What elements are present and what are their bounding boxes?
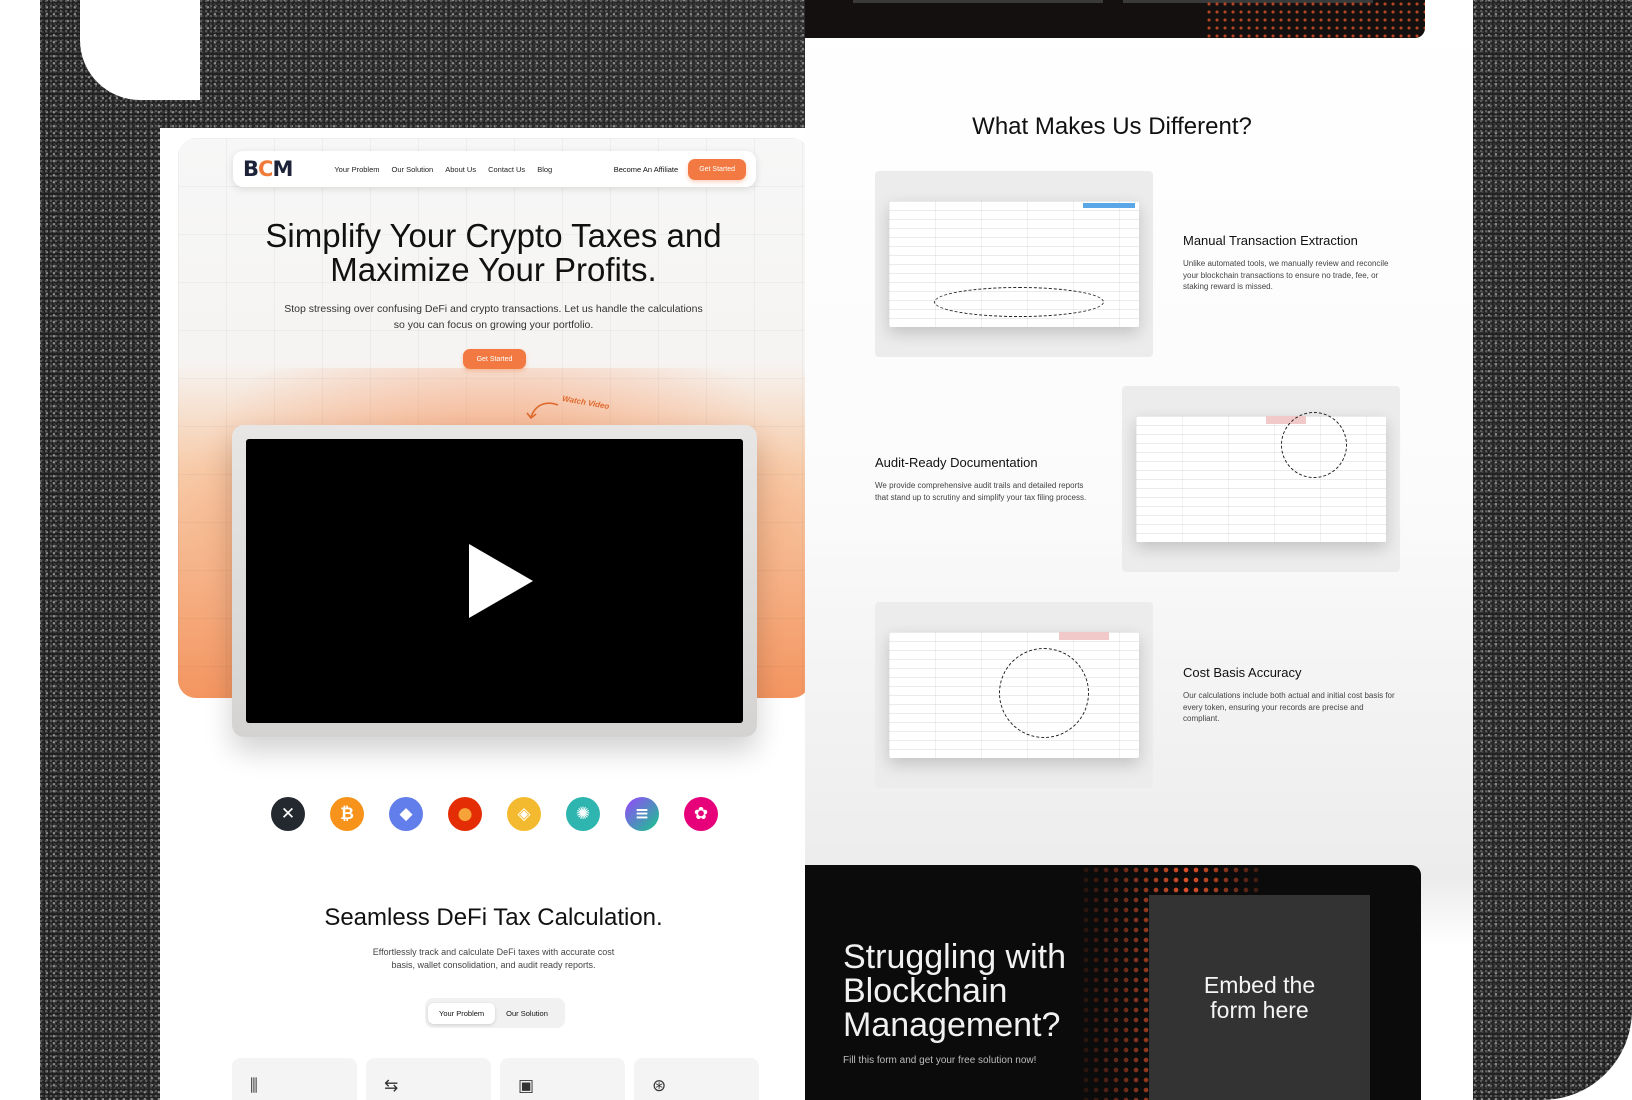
problem-card[interactable]: ⊛ [634, 1058, 759, 1100]
landing-page-right: What Makes Us Different? Manual Transact… [805, 0, 1473, 1100]
highlight-ring [934, 287, 1104, 317]
feature-image-costbasis [875, 602, 1153, 788]
highlight-ring [999, 648, 1089, 738]
problem-card[interactable]: ▣ [500, 1058, 625, 1100]
coin-row: ✕ ₿ ◆ ● ◈ ✺ ≡ ✿ [271, 797, 718, 831]
sheet-header-buttons [1083, 203, 1135, 208]
cta-title-line-3: Management? [843, 1006, 1061, 1044]
highlight-ring [1281, 412, 1347, 478]
feature-description: Unlike automated tools, we manually revi… [1183, 259, 1389, 291]
nav-link-about-us[interactable]: About Us [445, 165, 476, 174]
spreadsheet-screenshot [889, 201, 1139, 327]
nav-right: Become An Affiliate Get Started [614, 158, 746, 180]
feature-transaction-text: Manual Transaction Extraction Unlike aut… [1183, 233, 1398, 293]
problem-solution-toggle: Your Problem Our Solution [425, 998, 565, 1028]
ethereum-icon: ◆ [389, 797, 423, 831]
video-screen[interactable] [246, 439, 743, 723]
feature-title: Cost Basis Accuracy [1183, 665, 1302, 680]
form-placeholder[interactable]: Embed the form here [1149, 895, 1370, 1100]
wallet-icon: ▣ [518, 1076, 535, 1096]
feature-description: We provide comprehensive audit trails an… [875, 481, 1087, 502]
nav-link-contact-us[interactable]: Contact Us [488, 165, 525, 174]
banner-bar [853, 0, 1103, 3]
exchange-icon: ⇆ [384, 1076, 399, 1096]
feature-audit-text: Audit-Ready Documentation We provide com… [875, 455, 1090, 503]
play-icon[interactable] [468, 544, 533, 618]
navbar: BCM Your Problem Our Solution About Us C… [233, 151, 756, 187]
cta-title-line-2: Blockchain [843, 972, 1008, 1010]
hero-subtitle: Stop stressing over confusing DeFi and c… [284, 303, 703, 331]
feature-title: Audit-Ready Documentation [875, 455, 1038, 470]
hero-title: Simplify Your Crypto Taxes and Maximize … [160, 219, 827, 287]
hero-title-line-2: Maximize Your Profits. [330, 251, 657, 288]
curved-arrow-icon [526, 402, 559, 420]
affiliate-link[interactable]: Become An Affiliate [614, 165, 679, 174]
spreadsheet-screenshot [1136, 412, 1386, 542]
logo-letter-b: B [243, 157, 259, 181]
feature-image-transaction [875, 171, 1153, 357]
feature-description: Our calculations include both actual and… [1183, 691, 1395, 723]
form-placeholder-line-1: Embed the [1203, 971, 1316, 998]
nav-links: Your Problem Our Solution About Us Conta… [334, 165, 552, 174]
section-title: Seamless DeFi Tax Calculation. [324, 904, 663, 931]
dot-pattern [1205, 0, 1425, 38]
tab-our-solution[interactable]: Our Solution [495, 1003, 559, 1024]
polkadot-icon: ✿ [684, 797, 718, 831]
feature-title: Manual Transaction Extraction [1183, 233, 1358, 248]
nav-link-blog[interactable]: Blog [537, 165, 552, 174]
problem-cards: ⫼ ⇆ ▣ ⊛ [232, 1058, 759, 1100]
shiba-inu-icon: ● [448, 797, 482, 831]
spreadsheet-screenshot [889, 632, 1139, 758]
hero-title-line-1: Simplify Your Crypto Taxes and [265, 217, 722, 254]
cta-title: Struggling with Blockchain Management? [843, 940, 1066, 1042]
nav-get-started-button[interactable]: Get Started [688, 158, 746, 180]
feature-costbasis-text: Cost Basis Accuracy Our calculations inc… [1183, 665, 1398, 725]
tab-your-problem[interactable]: Your Problem [428, 1002, 496, 1024]
cta-subtitle: Fill this form and get your free solutio… [843, 1055, 1037, 1066]
different-section-title: What Makes Us Different? [972, 113, 1252, 140]
xrp-icon: ✕ [271, 797, 305, 831]
form-placeholder-line-2: form here [1210, 996, 1309, 1023]
cta-title-line-1: Struggling with [843, 938, 1067, 976]
bitcoin-icon: ₿ [330, 797, 364, 831]
video-player [232, 425, 757, 737]
cardano-icon: ✺ [566, 797, 600, 831]
section-subtitle: Effortlessly track and calculate DeFi ta… [372, 947, 615, 970]
hero-get-started-button[interactable]: Get Started [463, 349, 526, 369]
logo[interactable]: BCM [243, 157, 293, 181]
logo-letter-m: M [272, 157, 293, 181]
solana-icon: ≡ [625, 797, 659, 831]
cta-section: Struggling with Blockchain Management? F… [805, 865, 1421, 1100]
logo-letter-c: C [258, 157, 273, 181]
landing-page-left: BCM Your Problem Our Solution About Us C… [160, 128, 827, 1100]
problem-card[interactable]: ⇆ [366, 1058, 491, 1100]
coin-search-icon: ⊛ [652, 1076, 667, 1096]
nav-link-your-problem[interactable]: Your Problem [334, 165, 379, 174]
chart-bars-icon: ⫼ [250, 1076, 258, 1096]
top-dark-banner [805, 0, 1425, 38]
binance-icon: ◈ [507, 797, 541, 831]
sheet-highlight-cell [1059, 632, 1109, 640]
feature-image-audit [1122, 386, 1400, 572]
nav-link-our-solution[interactable]: Our Solution [392, 165, 434, 174]
problem-card[interactable]: ⫼ [232, 1058, 357, 1100]
